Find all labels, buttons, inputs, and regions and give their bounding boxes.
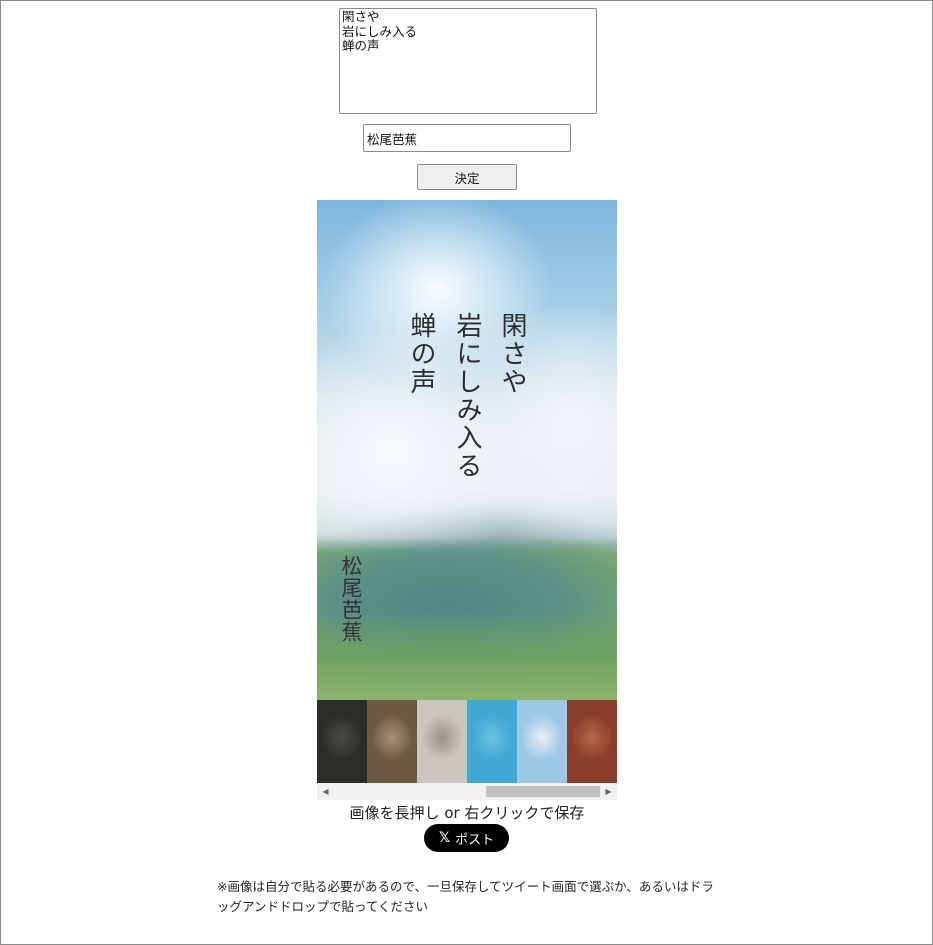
poem-line-2: 岩にしみ入る bbox=[452, 312, 482, 480]
background-thumb-brown-blur[interactable] bbox=[367, 700, 417, 783]
background-thumb-sky-hills[interactable] bbox=[517, 700, 567, 783]
thumbnail-scrollbar[interactable]: ◀ ▶ bbox=[317, 783, 617, 800]
post-button[interactable]: 𝕏 ポスト bbox=[424, 824, 509, 852]
submit-button[interactable]: 決定 bbox=[417, 164, 517, 190]
x-logo-icon: 𝕏 bbox=[438, 830, 451, 846]
author-input[interactable] bbox=[363, 124, 571, 152]
scroll-right-icon[interactable]: ▶ bbox=[600, 783, 617, 800]
poem-line-1: 閑さや bbox=[497, 312, 527, 396]
scroll-thumb[interactable] bbox=[486, 786, 600, 797]
save-hint-text: 画像を長押し or 右クリックで保存 bbox=[349, 804, 585, 822]
background-thumb-grey-path[interactable] bbox=[417, 700, 467, 783]
background-thumb-sea[interactable] bbox=[467, 700, 517, 783]
usage-note: ※画像は自分で貼る必要があるので、一旦保存してツイート画面で選ぶか、あるいはドラ… bbox=[217, 879, 714, 914]
poem-line-3: 蝉の声 bbox=[406, 312, 436, 396]
background-thumbnails bbox=[317, 700, 617, 783]
background-thumb-dark-stone[interactable] bbox=[317, 700, 367, 783]
post-button-label: ポスト bbox=[455, 832, 495, 848]
poem-textarea[interactable]: 閑さや 岩にしみ入る 蝉の声 bbox=[339, 8, 597, 114]
poem-author-vertical: 松尾芭蕉 bbox=[339, 555, 363, 643]
poem-image-preview[interactable]: 閑さや 岩にしみ入る 蝉の声 松尾芭蕉 bbox=[317, 200, 617, 700]
scroll-left-icon[interactable]: ◀ bbox=[317, 783, 334, 800]
background-thumb-rust[interactable] bbox=[567, 700, 617, 783]
